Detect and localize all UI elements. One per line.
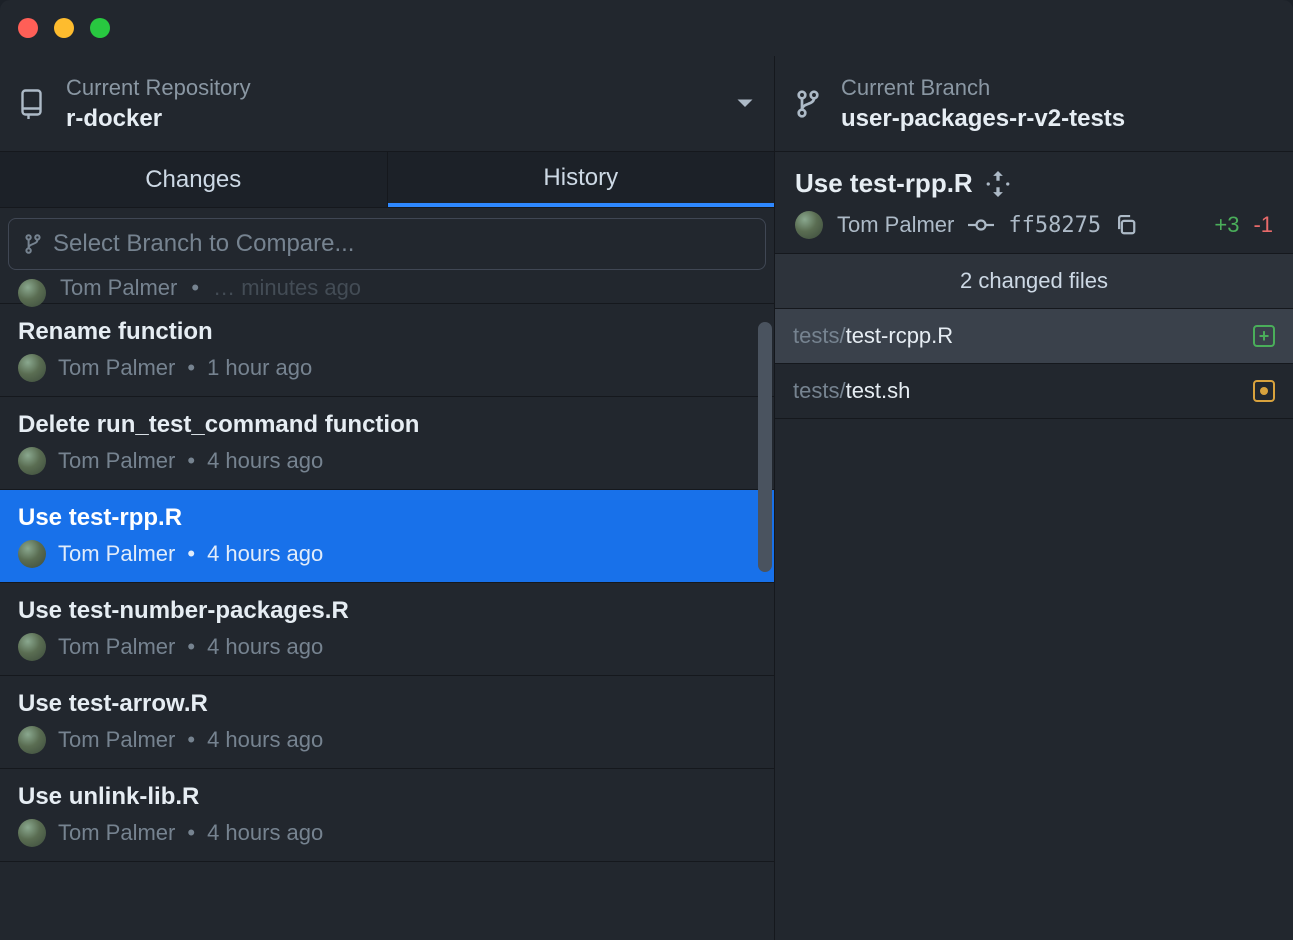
commit-author: Tom Palmer	[58, 727, 175, 753]
separator: •	[187, 634, 195, 660]
file-added-icon: +	[1253, 325, 1275, 347]
changed-file-row[interactable]: tests/test-rcpp.R +	[775, 309, 1293, 364]
changed-file-row[interactable]: tests/test.sh	[775, 364, 1293, 419]
commit-list-item[interactable]: Rename function Tom Palmer • 1 hour ago	[0, 304, 774, 397]
changed-files-list: tests/test-rcpp.R + tests/test.sh	[775, 309, 1293, 419]
branch-name: user-packages-r-v2-tests	[841, 105, 1273, 133]
commit-author: Tom Palmer	[58, 541, 175, 567]
scrollbar-thumb[interactable]	[758, 322, 772, 572]
commit-detail-pane: Use test-rpp.R Tom Palmer ff58275	[775, 152, 1293, 940]
changed-files-bar: 2 changed files	[775, 253, 1293, 309]
commit-time: … minutes ago	[213, 278, 361, 301]
repository-dropdown[interactable]: Current Repository r-docker	[0, 56, 775, 151]
commit-detail-author: Tom Palmer	[837, 212, 954, 238]
commit-list-item[interactable]: Delete run_test_command function Tom Pal…	[0, 397, 774, 490]
separator: •	[187, 820, 195, 846]
commit-title: Use unlink-lib.R	[18, 783, 756, 811]
separator: •	[187, 541, 195, 567]
additions-count: +3	[1214, 212, 1239, 238]
close-window-button[interactable]	[18, 18, 38, 38]
commit-list-item-partial[interactable]: Tom Palmer • … minutes ago	[0, 278, 774, 304]
deletions-count: -1	[1253, 212, 1273, 238]
commit-list-item[interactable]: Use test-number-packages.R Tom Palmer • …	[0, 583, 774, 676]
minimize-window-button[interactable]	[54, 18, 74, 38]
commit-list-item[interactable]: Use unlink-lib.R Tom Palmer • 4 hours ag…	[0, 769, 774, 862]
commit-author: Tom Palmer	[58, 634, 175, 660]
compare-placeholder: Select Branch to Compare...	[53, 230, 354, 258]
avatar	[18, 354, 46, 382]
avatar	[18, 279, 46, 307]
file-modified-icon	[1253, 380, 1275, 402]
tabs: Changes History	[0, 152, 774, 208]
commit-author: Tom Palmer	[58, 355, 175, 381]
separator: •	[187, 355, 195, 381]
compare-branch-selector[interactable]: Select Branch to Compare...	[8, 218, 766, 270]
commit-time: 1 hour ago	[207, 355, 312, 381]
commit-detail-title: Use test-rpp.R	[795, 168, 973, 199]
maximize-window-button[interactable]	[90, 18, 110, 38]
commit-time: 4 hours ago	[207, 634, 323, 660]
commit-title: Rename function	[18, 318, 756, 346]
branch-label: Current Branch	[841, 75, 1273, 101]
commit-author: Tom Palmer	[58, 448, 175, 474]
git-branch-icon	[795, 89, 823, 119]
repo-name: r-docker	[66, 105, 726, 133]
avatar	[795, 211, 823, 239]
commit-title: Delete run_test_command function	[18, 411, 756, 439]
commit-time: 4 hours ago	[207, 448, 323, 474]
commit-author: Tom Palmer	[60, 278, 177, 301]
commit-sha: ff58275	[1008, 213, 1101, 238]
commit-list-item[interactable]: Use test-rpp.R Tom Palmer • 4 hours ago	[0, 490, 774, 583]
file-path: tests/test-rcpp.R	[793, 323, 953, 349]
git-branch-icon	[23, 233, 43, 255]
avatar	[18, 633, 46, 661]
separator: •	[187, 727, 195, 753]
file-path: tests/test.sh	[793, 378, 910, 404]
commit-detail-header: Use test-rpp.R Tom Palmer ff58275	[775, 152, 1293, 253]
traffic-lights	[18, 18, 110, 38]
separator: •	[187, 448, 195, 474]
repo-icon	[20, 89, 48, 119]
commit-node-icon	[968, 217, 994, 233]
avatar	[18, 726, 46, 754]
commit-title: Use test-number-packages.R	[18, 597, 756, 625]
commit-title: Use test-rpp.R	[18, 504, 756, 532]
commit-time: 4 hours ago	[207, 727, 323, 753]
commit-list[interactable]: Tom Palmer • … minutes ago Rename functi…	[0, 278, 774, 940]
chevron-down-icon	[736, 98, 754, 110]
branch-dropdown[interactable]: Current Branch user-packages-r-v2-tests	[775, 56, 1293, 151]
commit-author: Tom Palmer	[58, 820, 175, 846]
left-pane: Changes History Select Branch to Compare…	[0, 152, 775, 940]
commit-time: 4 hours ago	[207, 541, 323, 567]
expand-icon[interactable]	[985, 171, 1011, 197]
commit-title: Use test-arrow.R	[18, 690, 756, 718]
commit-list-item[interactable]: Use test-arrow.R Tom Palmer • 4 hours ag…	[0, 676, 774, 769]
main-area: Changes History Select Branch to Compare…	[0, 152, 1293, 940]
header-bar: Current Repository r-docker Current Bran…	[0, 56, 1293, 152]
tab-changes[interactable]: Changes	[0, 152, 388, 207]
avatar	[18, 540, 46, 568]
avatar	[18, 819, 46, 847]
avatar	[18, 447, 46, 475]
separator: •	[191, 278, 199, 301]
copy-sha-button[interactable]	[1115, 214, 1137, 236]
window-titlebar	[0, 0, 1293, 56]
commit-time: 4 hours ago	[207, 820, 323, 846]
repo-label: Current Repository	[66, 75, 726, 101]
tab-history[interactable]: History	[388, 152, 775, 207]
